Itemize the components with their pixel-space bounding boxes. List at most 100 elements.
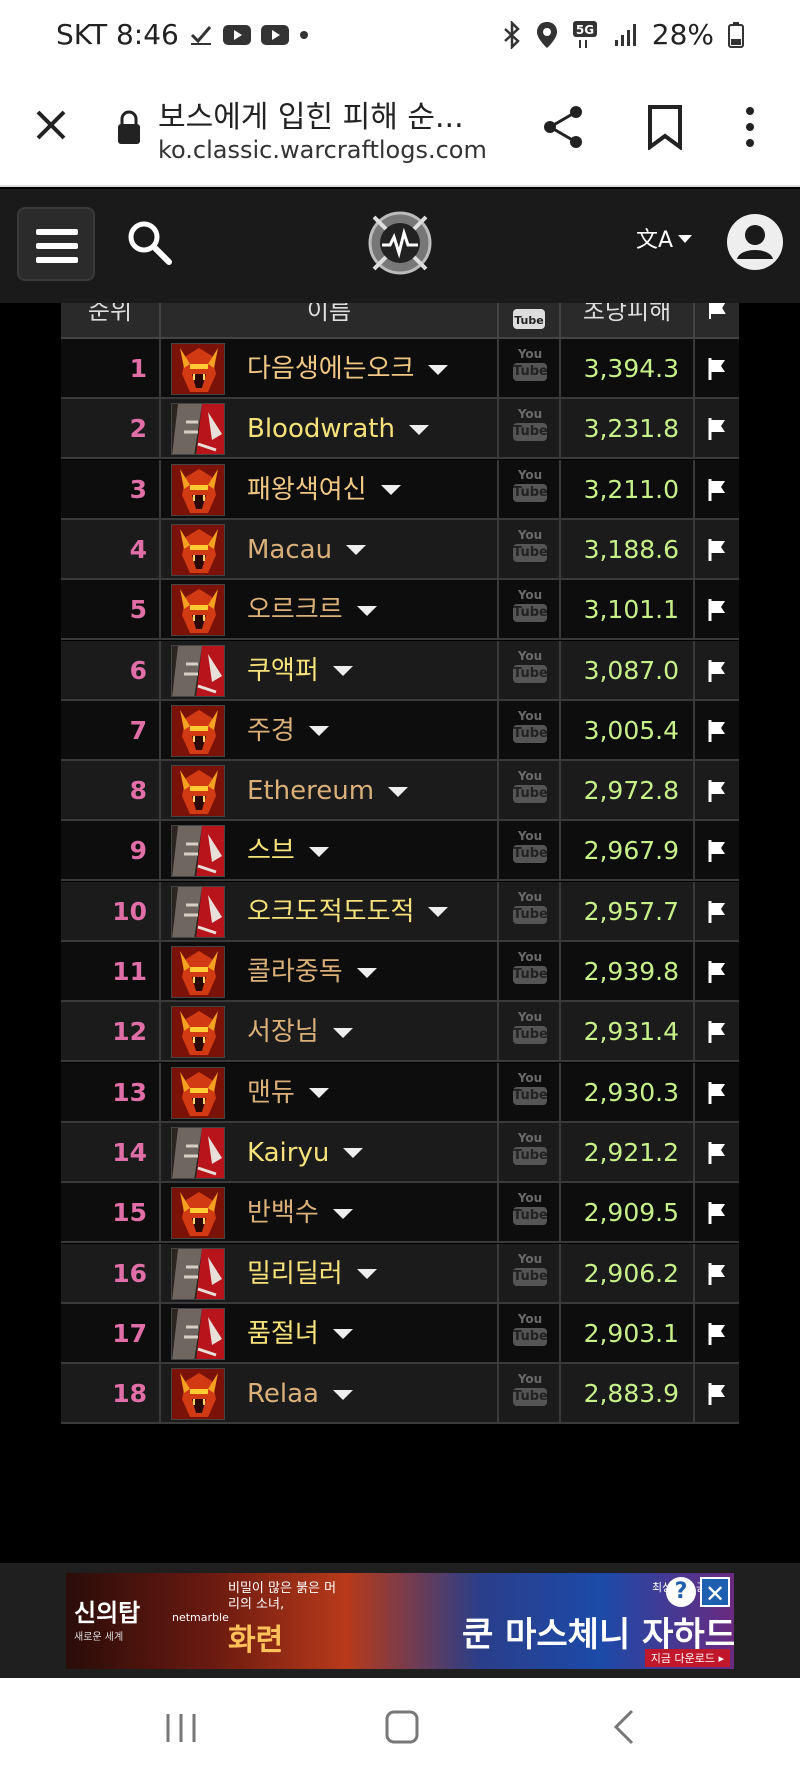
player-name[interactable]: Macau [247, 535, 332, 565]
youtube-icon[interactable]: You Tube [513, 588, 548, 632]
table-row[interactable]: 15 반백수 You Tube 2,909.5 [61, 1183, 739, 1244]
table-row[interactable]: 8 Ethereum You Tube 2,972.8 [61, 761, 739, 822]
player-name-link[interactable]: 반백수 [247, 1183, 353, 1243]
youtube-icon[interactable]: You Tube [513, 829, 548, 873]
table-row[interactable]: 13 맨듀 You Tube 2,930.3 [61, 1062, 739, 1123]
youtube-icon[interactable]: You Tube [513, 1191, 548, 1235]
player-name-link[interactable]: Relaa [247, 1364, 353, 1424]
player-name[interactable]: 오크도적도도적 [247, 897, 414, 927]
youtube-icon[interactable]: You Tube [513, 649, 548, 693]
player-name-link[interactable]: 주경 [247, 701, 329, 761]
home-icon[interactable] [384, 1708, 420, 1746]
youtube-icon[interactable]: You Tube [513, 1010, 548, 1054]
user-avatar-icon[interactable] [726, 213, 784, 271]
youtube-icon[interactable]: You Tube [513, 1131, 548, 1175]
player-name-link[interactable]: 쿠액퍼 [247, 641, 353, 701]
bookmark-icon[interactable] [646, 104, 684, 150]
player-name-link[interactable]: 오르크르 [247, 580, 377, 640]
player-name[interactable]: 오르크르 [247, 595, 343, 625]
player-name[interactable]: 반백수 [247, 1198, 319, 1228]
flag-icon[interactable] [707, 478, 727, 501]
ad-content[interactable]: 신의탑 새로운 세계 netmarble 비밀이 많은 붉은 머리의 소녀, 화련… [66, 1573, 734, 1669]
flag-icon[interactable] [707, 961, 727, 983]
youtube-icon[interactable]: You Tube [513, 1252, 548, 1296]
player-name-link[interactable]: 맨듀 [247, 1063, 329, 1123]
player-name-link[interactable]: 다음생에는오크 [247, 339, 449, 399]
player-name[interactable]: Ethereum [247, 776, 374, 806]
player-name-link[interactable]: 서장님 [247, 1002, 353, 1062]
table-row[interactable]: 5 오르크르 You Tube 3,101.1 [61, 580, 739, 641]
chevron-down-icon[interactable] [332, 666, 353, 676]
flag-icon[interactable] [707, 1081, 727, 1104]
ad-close-icon[interactable]: ✕ [700, 1577, 730, 1608]
flag-icon[interactable] [707, 1141, 727, 1164]
table-row[interactable]: 12 서장님 You Tube 2,931.4 [61, 1002, 739, 1063]
player-name[interactable]: 주경 [247, 716, 295, 746]
page-title[interactable]: 보스에게 입힌 피해 순... [158, 92, 488, 136]
table-row[interactable]: 2 Bloodwrath You Tube 3,231.8 [61, 399, 739, 460]
warcraftlogs-logo-icon[interactable] [366, 209, 434, 277]
youtube-icon[interactable]: You Tube [513, 950, 548, 994]
chevron-down-icon[interactable] [428, 907, 449, 918]
header-name[interactable]: 이름 [161, 303, 499, 337]
flag-icon[interactable] [707, 358, 727, 380]
flag-icon[interactable] [707, 780, 727, 803]
player-name-link[interactable]: 스브 [247, 821, 329, 881]
youtube-icon[interactable]: You Tube [513, 407, 548, 451]
table-row[interactable]: 4 Macau You Tube 3,188.6 [61, 519, 739, 580]
flag-icon[interactable] [707, 1021, 727, 1044]
header-dps[interactable]: 초당피해 [561, 303, 695, 337]
player-name[interactable]: 서장님 [247, 1017, 319, 1047]
player-name[interactable]: Kairyu [247, 1138, 329, 1168]
chevron-down-icon[interactable] [343, 1148, 364, 1159]
ad-download-button[interactable]: 지금 다운로드 ▸ [644, 1649, 730, 1667]
player-name[interactable]: 품절녀 [247, 1319, 319, 1349]
flag-icon[interactable] [707, 1383, 727, 1406]
flag-icon[interactable] [707, 900, 727, 923]
player-name[interactable]: 쿠액퍼 [247, 656, 319, 686]
player-name[interactable]: 콜라중독 [247, 957, 343, 987]
chevron-down-icon[interactable] [356, 605, 377, 616]
recents-icon[interactable] [164, 1712, 198, 1744]
chevron-down-icon[interactable] [308, 846, 329, 857]
flag-icon[interactable] [707, 1322, 727, 1345]
player-name[interactable]: 패왕색여신 [247, 475, 367, 505]
player-name-link[interactable]: Ethereum [247, 761, 409, 821]
table-row[interactable]: 7 주경 You Tube 3,005.4 [61, 700, 739, 761]
flag-icon[interactable] [707, 1202, 727, 1225]
youtube-icon[interactable]: You Tube [513, 1071, 548, 1115]
youtube-icon[interactable]: You Tube [513, 528, 548, 572]
player-name-link[interactable]: 품절녀 [247, 1304, 353, 1364]
lock-icon[interactable] [116, 110, 142, 146]
player-name[interactable]: 다음생에는오크 [247, 354, 414, 384]
table-row[interactable]: 3 패왕색여신 You Tube 3,211.0 [61, 459, 739, 520]
youtube-icon[interactable]: You Tube [513, 890, 548, 934]
flag-icon[interactable] [707, 659, 727, 682]
player-name-link[interactable]: Bloodwrath [247, 399, 429, 459]
chevron-down-icon[interactable] [428, 364, 449, 375]
chevron-down-icon[interactable] [388, 786, 409, 797]
table-row[interactable]: 11 콜라중독 You Tube 2,939.8 [61, 942, 739, 1002]
chevron-down-icon[interactable] [332, 1208, 353, 1219]
page-url[interactable]: ko.classic.warcraftlogs.com [158, 136, 487, 164]
table-row[interactable]: 9 스브 You Tube 2,967.9 [61, 821, 739, 882]
table-row[interactable]: 14 Kairyu You Tube 2,921.2 [61, 1122, 739, 1183]
flag-icon[interactable] [707, 840, 727, 863]
chevron-down-icon[interactable] [308, 726, 329, 737]
youtube-icon[interactable]: You Tube [513, 769, 548, 813]
share-icon[interactable] [540, 104, 586, 150]
youtube-icon[interactable]: You Tube [513, 709, 548, 753]
back-icon[interactable] [612, 1708, 636, 1746]
player-name[interactable]: 맨듀 [247, 1078, 295, 1108]
player-name[interactable]: 밀리딜러 [247, 1259, 343, 1289]
table-row[interactable]: 10 오크도적도도적 You Tube 2,957.7 [61, 881, 739, 942]
table-row[interactable]: 16 밀리딜러 You Tube 2,906.2 [61, 1243, 739, 1304]
player-name[interactable]: 스브 [247, 836, 295, 866]
flag-icon[interactable] [707, 719, 727, 742]
close-icon[interactable] [28, 102, 74, 148]
player-name-link[interactable]: 패왕색여신 [247, 460, 401, 520]
player-name-link[interactable]: Macau [247, 520, 367, 580]
chevron-down-icon[interactable] [332, 1389, 353, 1400]
search-icon[interactable] [124, 217, 174, 267]
chevron-down-icon[interactable] [356, 1269, 377, 1279]
